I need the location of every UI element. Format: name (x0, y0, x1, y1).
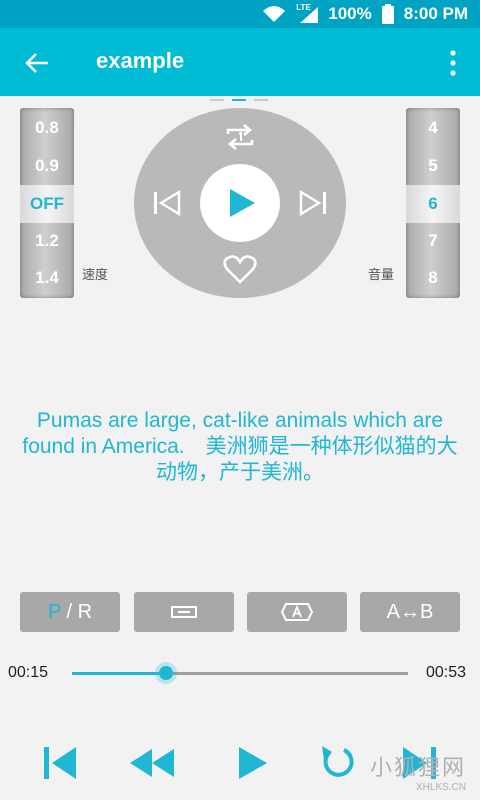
speed-picker[interactable]: 0.8 0.9 OFF 1.2 1.4 (20, 108, 74, 298)
back-arrow-icon[interactable] (22, 48, 52, 78)
progress-thumb[interactable] (159, 666, 174, 680)
pr-r-label: R (77, 601, 93, 623)
volume-option-selected[interactable]: 6 (406, 185, 460, 223)
volume-option[interactable]: 7 (406, 222, 460, 260)
bottom-play-icon[interactable] (236, 744, 270, 782)
wifi-icon (263, 6, 286, 22)
favorite-heart-icon[interactable] (223, 254, 257, 284)
control-pad (134, 108, 346, 298)
next-track-icon[interactable] (298, 190, 328, 216)
page-indicator (210, 99, 270, 103)
speed-option[interactable]: 1.4 (20, 259, 74, 297)
pr-p-label: P (47, 601, 61, 623)
battery-icon (381, 4, 394, 24)
rewind-icon[interactable] (128, 744, 176, 782)
a-loop-icon (280, 603, 314, 621)
speed-label: 速度 (82, 267, 109, 282)
volume-picker[interactable]: 4 5 6 7 8 (406, 108, 460, 298)
speed-option[interactable]: 0.9 (20, 147, 74, 185)
pr-separator: / (60, 601, 78, 623)
app-bar: example (0, 28, 480, 96)
battery-percent: 100% (328, 4, 372, 23)
volume-option[interactable]: 8 (406, 259, 460, 297)
loop-count-icon (171, 606, 197, 618)
ab-repeat-button[interactable]: A↔B (360, 592, 460, 632)
play-icon (230, 189, 255, 217)
progress-track[interactable] (72, 666, 408, 680)
progress-fill (72, 672, 167, 675)
speed-option[interactable]: 0.8 (20, 109, 74, 147)
lyrics-text: Pumas are large, cat-like animals which … (22, 409, 458, 484)
repeat-one-icon[interactable] (224, 122, 256, 152)
speed-option[interactable]: 1.2 (20, 222, 74, 260)
watermark-text: 小狐狸网 (369, 755, 466, 780)
clock: 8:00 PM (403, 4, 468, 23)
watermark-domain: XHLKS.CN (415, 782, 466, 793)
loop-count-button[interactable] (134, 592, 234, 632)
play-button[interactable] (200, 164, 280, 242)
status-bar: LTE 100% 8:00 PM (0, 0, 480, 28)
signal-icon: LTE (296, 3, 319, 23)
previous-track-icon[interactable] (152, 190, 182, 216)
a-loop-button[interactable] (247, 592, 347, 632)
replay-icon[interactable] (316, 744, 356, 782)
pr-toggle-button[interactable]: P / R (20, 592, 120, 632)
volume-option[interactable]: 5 (406, 147, 460, 185)
watermark: 小狐狸网 XHLKS.CN (370, 750, 466, 793)
overflow-menu-icon[interactable] (446, 48, 460, 78)
speed-option-selected[interactable]: OFF (20, 185, 74, 223)
volume-label: 音量 (368, 267, 395, 282)
volume-option[interactable]: 4 (406, 109, 460, 147)
total-time: 00:53 (426, 664, 467, 681)
skip-to-start-icon[interactable] (42, 744, 78, 782)
page-title: example (96, 48, 185, 73)
current-time: 00:15 (8, 664, 49, 681)
